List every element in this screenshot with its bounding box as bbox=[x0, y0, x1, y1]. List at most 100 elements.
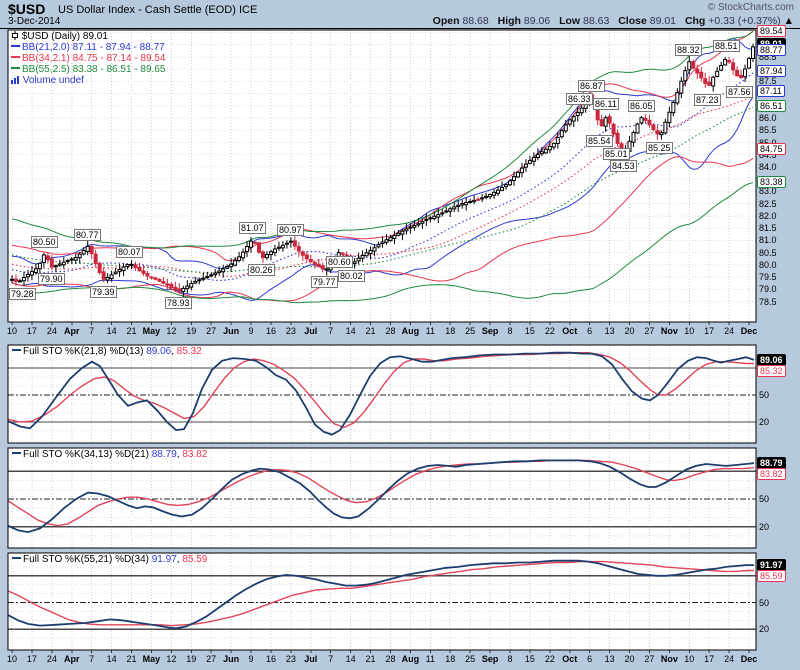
price-annotation: 80.50 bbox=[31, 236, 58, 248]
legend-bb21-label: BB(21,2.0) 87.11 - 87.94 - 88.77 bbox=[22, 42, 165, 53]
panel-k-value: 88.79 bbox=[152, 449, 177, 460]
legend-bb55: BB(55,2.5) 83.38 - 86.51 - 89.65 bbox=[11, 64, 165, 75]
ticker-symbol: $USD bbox=[8, 1, 45, 17]
ohlc-quote: Open 88.68 High 89.06 Low 88.63 Close 89… bbox=[427, 15, 794, 27]
panel-k-value: 89.06 bbox=[146, 346, 171, 357]
price-annotation: 80.02 bbox=[338, 270, 365, 282]
open-label: Open bbox=[433, 15, 460, 27]
y-axis-tick: 86.0 bbox=[759, 113, 777, 123]
y-axis-value-label: 89.54 bbox=[757, 25, 786, 37]
price-annotation: 84.53 bbox=[610, 160, 637, 172]
panel-axis-tick: 20 bbox=[759, 624, 769, 634]
chart-date: 3-Dec-2014 bbox=[8, 16, 60, 27]
price-annotation: 79.39 bbox=[90, 286, 117, 298]
main-legend: $USD (Daily) 89.01 BB(21,2.0) 87.11 - 87… bbox=[11, 31, 165, 86]
y-axis-value-label: 87.94 bbox=[757, 65, 786, 77]
price-annotation: 88.32 bbox=[675, 44, 702, 56]
open-value: 88.68 bbox=[462, 15, 488, 27]
panel-axis-tick: 50 bbox=[759, 494, 769, 504]
y-axis-tick: 81.5 bbox=[759, 223, 777, 233]
price-annotation: 79.90 bbox=[38, 273, 65, 285]
price-annotation: 80.97 bbox=[277, 224, 304, 236]
y-axis-value-label: 87.11 bbox=[757, 85, 785, 97]
panel-background bbox=[8, 553, 756, 650]
legend-bb21: BB(21,2.0) 87.11 - 87.94 - 88.77 bbox=[11, 42, 165, 53]
price-annotation: 79.77 bbox=[311, 276, 338, 288]
panel-k-value: 91.97 bbox=[152, 554, 177, 565]
price-annotation: 86.33 bbox=[566, 93, 593, 105]
legend-volume: Volume undef bbox=[11, 75, 165, 86]
panel-axis-tick: 50 bbox=[759, 598, 769, 608]
price-annotation: 78.93 bbox=[165, 297, 192, 309]
panel-d-axis-label: 83.82 bbox=[757, 468, 786, 480]
panel-legend: Full STO %K(34,13) %D(21) 88.79, 83.82 bbox=[12, 449, 207, 460]
price-annotation: 88.51 bbox=[713, 40, 740, 52]
change-label: Chg bbox=[685, 15, 705, 27]
panel-axis-tick: 50 bbox=[759, 390, 769, 400]
y-axis-value-label: 88.77 bbox=[757, 44, 786, 56]
legend-bb55-label: BB(55,2.5) 83.38 - 86.51 - 89.65 bbox=[22, 64, 165, 75]
legend-bb34: BB(34,2.1) 84.75 - 87.14 - 89.54 bbox=[11, 53, 165, 64]
candlestick-icon bbox=[11, 31, 19, 42]
legend-volume-label: Volume undef bbox=[23, 75, 84, 86]
line-swatch-icon bbox=[12, 349, 21, 351]
panel-axis-tick: 20 bbox=[759, 417, 769, 427]
price-annotation: 86.05 bbox=[628, 100, 655, 112]
line-swatch-icon bbox=[11, 67, 20, 69]
line-swatch-icon bbox=[12, 557, 21, 559]
panel-legend-name: Full STO %K(21,8) %D(13) bbox=[23, 346, 146, 357]
line-swatch-icon bbox=[11, 45, 20, 47]
price-annotation: 80.26 bbox=[248, 264, 275, 276]
price-annotation: 85.54 bbox=[586, 135, 613, 147]
y-axis-tick: 81.0 bbox=[759, 235, 777, 245]
stockcharts-chart: $USD US Dollar Index - Cash Settle (EOD)… bbox=[0, 0, 800, 670]
high-label: High bbox=[498, 15, 521, 27]
y-axis-value-label: 84.75 bbox=[757, 143, 786, 155]
price-annotation: 80.07 bbox=[116, 246, 143, 258]
line-swatch-icon bbox=[12, 452, 21, 454]
high-value: 89.06 bbox=[524, 15, 550, 27]
y-axis-tick: 84.0 bbox=[759, 162, 777, 172]
page-title: US Dollar Index - Cash Settle (EOD) ICE bbox=[58, 4, 257, 16]
panel-d-axis-label: 85.59 bbox=[757, 570, 786, 582]
copyright-text: © StockCharts.com bbox=[708, 2, 794, 13]
price-annotation: 86.87 bbox=[578, 80, 605, 92]
panel-legend-name: Full STO %K(34,13) %D(21) bbox=[23, 449, 152, 460]
y-axis-value-label: 83.38 bbox=[757, 176, 786, 188]
panel-axis-tick: 20 bbox=[759, 522, 769, 532]
close-value: 89.01 bbox=[650, 15, 676, 27]
panel-background bbox=[8, 345, 756, 443]
price-annotation: 85.25 bbox=[646, 142, 673, 154]
price-annotation: 86.11 bbox=[593, 98, 619, 110]
low-value: 88.63 bbox=[583, 15, 609, 27]
price-annotation: 80.77 bbox=[74, 229, 101, 241]
y-axis-tick: 78.5 bbox=[759, 297, 777, 307]
price-annotation: 87.23 bbox=[694, 94, 721, 106]
volume-icon bbox=[11, 75, 20, 86]
y-axis-value-label: 86.51 bbox=[757, 100, 786, 112]
panel-d-axis-label: 85.32 bbox=[757, 365, 786, 377]
low-label: Low bbox=[559, 15, 580, 27]
y-axis-tick: 82.0 bbox=[759, 211, 777, 221]
x-axis-label: Dec bbox=[736, 654, 762, 664]
panel-legend: Full STO %K(55,21) %D(34) 91.97, 85.59 bbox=[12, 554, 207, 565]
legend-bb34-label: BB(34,2.1) 84.75 - 87.14 - 89.54 bbox=[22, 53, 165, 64]
y-axis-tick: 82.5 bbox=[759, 199, 777, 209]
price-annotation: 81.07 bbox=[239, 222, 266, 234]
y-axis-tick: 79.5 bbox=[759, 272, 777, 282]
panel-d-value: 85.32 bbox=[177, 346, 202, 357]
line-swatch-icon bbox=[11, 56, 20, 58]
x-axis-label: Dec bbox=[736, 326, 762, 336]
panel-legend: Full STO %K(21,8) %D(13) 89.06, 85.32 bbox=[12, 346, 202, 357]
price-annotation: 79.28 bbox=[9, 288, 36, 300]
price-annotation: 85.01 bbox=[603, 148, 630, 160]
close-label: Close bbox=[618, 15, 647, 27]
legend-series-label: $USD (Daily) 89.01 bbox=[22, 31, 108, 42]
panel-legend-name: Full STO %K(55,21) %D(34) bbox=[23, 554, 152, 565]
y-axis-tick: 85.5 bbox=[759, 125, 777, 135]
price-annotation: 80.60 bbox=[326, 256, 353, 268]
panel-d-value: 85.59 bbox=[182, 554, 207, 565]
y-axis-tick: 79.0 bbox=[759, 284, 777, 294]
price-annotation: 87.56 bbox=[726, 86, 753, 98]
y-axis-tick: 80.5 bbox=[759, 248, 777, 258]
